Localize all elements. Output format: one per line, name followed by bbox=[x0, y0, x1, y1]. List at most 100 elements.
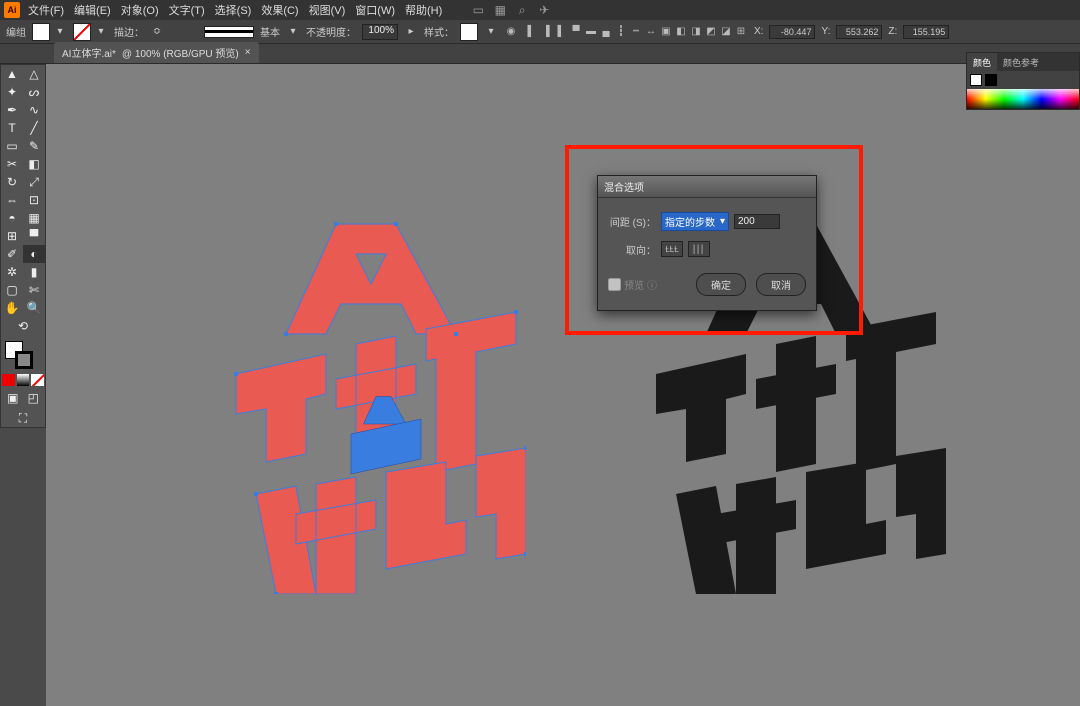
menu-type[interactable]: 文字(T) bbox=[167, 2, 207, 18]
stroke-weight-dropdown[interactable]: ≎ bbox=[150, 23, 164, 41]
transform-icon[interactable]: ⊞ bbox=[734, 25, 748, 39]
selection-mode-label: 编组 bbox=[6, 24, 26, 39]
orientation-align-path-icon[interactable]: ⎢⎢⎢ bbox=[688, 241, 710, 257]
layout-icon[interactable]: ▭ bbox=[470, 2, 486, 18]
align-artboard-icon[interactable]: ▣ bbox=[659, 25, 673, 39]
ok-button[interactable]: 确定 bbox=[696, 273, 746, 296]
shape-builder-tool-icon[interactable]: ◓ bbox=[1, 209, 23, 227]
color-panel-tab-guide[interactable]: 颜色参考 bbox=[997, 53, 1045, 71]
align-bottom-icon[interactable]: ▄ bbox=[599, 25, 613, 39]
align-left-icon[interactable]: ▌ bbox=[524, 25, 538, 39]
align-vcenter-icon[interactable]: ▬ bbox=[584, 25, 598, 39]
color-fill-swatch[interactable] bbox=[970, 74, 982, 86]
color-spectrum[interactable] bbox=[967, 89, 1079, 109]
brush-definition[interactable] bbox=[204, 26, 254, 38]
send-icon[interactable]: ✈ bbox=[536, 2, 552, 18]
menu-window[interactable]: 窗口(W) bbox=[353, 2, 397, 18]
brush-dropdown-icon[interactable]: ▾ bbox=[286, 23, 300, 41]
canvas[interactable] bbox=[46, 64, 1080, 706]
spacing-dropdown[interactable]: 指定的步数 ▾ bbox=[661, 212, 729, 231]
shape-mode-1-icon[interactable]: ◧ bbox=[674, 25, 688, 39]
color-stroke-swatch[interactable] bbox=[985, 74, 997, 86]
gradient-mode-icon[interactable] bbox=[17, 374, 30, 386]
distribute-h-icon[interactable]: ┇ bbox=[614, 25, 628, 39]
rotate-tool-icon[interactable]: ↻ bbox=[1, 173, 23, 191]
stroke-dropdown-icon[interactable]: ▾ bbox=[94, 23, 108, 41]
artboard-tool-icon[interactable]: ▢ bbox=[1, 281, 23, 299]
scale-tool-icon[interactable]: ⤢ bbox=[23, 173, 45, 191]
line-tool-icon[interactable]: ╱ bbox=[23, 119, 45, 137]
eyedropper-tool-icon[interactable]: ✐ bbox=[1, 245, 23, 263]
y-value-input[interactable]: 553.262 bbox=[836, 25, 882, 39]
curvature-tool-icon[interactable]: ∿ bbox=[23, 101, 45, 119]
menu-effect[interactable]: 效果(C) bbox=[259, 2, 300, 18]
toggle-fill-stroke-icon[interactable]: ⟲ bbox=[1, 317, 45, 335]
preview-checkbox-input[interactable] bbox=[608, 278, 621, 291]
menu-object[interactable]: 对象(O) bbox=[119, 2, 161, 18]
stroke-indicator[interactable] bbox=[15, 351, 33, 369]
pen-tool-icon[interactable]: ✒ bbox=[1, 101, 23, 119]
orientation-align-page-icon[interactable]: ȽȽȽ bbox=[661, 241, 683, 257]
symbol-sprayer-icon[interactable]: ✲ bbox=[1, 263, 23, 281]
document-tab[interactable]: AI立体字.ai* @ 100% (RGB/GPU 预览) × bbox=[54, 42, 259, 63]
shape-mode-4-icon[interactable]: ◪ bbox=[719, 25, 733, 39]
perspective-tool-icon[interactable]: ▦ bbox=[23, 209, 45, 227]
recolor-icon[interactable]: ◉ bbox=[504, 25, 518, 39]
fill-swatch[interactable] bbox=[32, 23, 50, 41]
selection-tool-icon[interactable]: ▲ bbox=[1, 65, 23, 83]
menu-help[interactable]: 帮助(H) bbox=[403, 2, 444, 18]
preview-checkbox[interactable]: 预览 ⓘ bbox=[608, 277, 657, 292]
blend-tool-icon[interactable]: ◐ bbox=[23, 245, 45, 263]
paintbrush-tool-icon[interactable]: ✎ bbox=[23, 137, 45, 155]
opacity-input[interactable]: 100% bbox=[362, 24, 398, 40]
menu-file[interactable]: 文件(F) bbox=[26, 2, 66, 18]
eraser-tool-icon[interactable]: ◧ bbox=[23, 155, 45, 173]
shape-mode-2-icon[interactable]: ◨ bbox=[689, 25, 703, 39]
style-swatch[interactable] bbox=[460, 23, 478, 41]
fill-stroke-indicator[interactable] bbox=[1, 339, 45, 373]
cancel-button[interactable]: 取消 bbox=[756, 273, 806, 296]
column-graph-icon[interactable]: ▮ bbox=[23, 263, 45, 281]
slice-tool-icon[interactable]: ✄ bbox=[23, 281, 45, 299]
stroke-swatch[interactable] bbox=[73, 23, 91, 41]
distribute-v-icon[interactable]: ┅ bbox=[629, 25, 643, 39]
zoom-tool-icon[interactable]: 🔍 bbox=[23, 299, 45, 317]
z-value-input[interactable]: 155.195 bbox=[903, 25, 949, 39]
distribute-space-icon[interactable]: ↔ bbox=[644, 25, 658, 39]
align-top-icon[interactable]: ▀ bbox=[569, 25, 583, 39]
mesh-tool-icon[interactable]: ⊞ bbox=[1, 227, 23, 245]
solid-color-mode-icon[interactable] bbox=[2, 374, 15, 386]
screen-mode-icon[interactable]: ⛶ bbox=[1, 409, 45, 427]
width-tool-icon[interactable]: ⇔ bbox=[1, 191, 23, 209]
align-hcenter-icon[interactable]: ▐ bbox=[539, 25, 553, 39]
spacing-steps-input[interactable] bbox=[734, 214, 780, 229]
shaper-tool-icon[interactable]: ✂ bbox=[1, 155, 23, 173]
arrange-icon[interactable]: ▦ bbox=[492, 2, 508, 18]
document-tab-close-icon[interactable]: × bbox=[245, 47, 251, 58]
artwork-selected[interactable] bbox=[216, 214, 526, 594]
none-mode-icon[interactable] bbox=[31, 374, 44, 386]
align-right-icon[interactable]: ▌ bbox=[554, 25, 568, 39]
hand-tool-icon[interactable]: ✋ bbox=[1, 299, 23, 317]
lasso-tool-icon[interactable]: ᔕ bbox=[23, 83, 45, 101]
draw-normal-icon[interactable]: ▣ bbox=[3, 389, 23, 407]
menu-view[interactable]: 视图(V) bbox=[307, 2, 348, 18]
menu-select[interactable]: 选择(S) bbox=[213, 2, 254, 18]
draw-behind-icon[interactable]: ◰ bbox=[24, 389, 44, 407]
search-icon[interactable]: ⌕ bbox=[514, 2, 530, 18]
style-dropdown-icon[interactable]: ▾ bbox=[484, 23, 498, 41]
gradient-tool-icon[interactable]: ▀ bbox=[23, 227, 45, 245]
spacing-dropdown-value: 指定的步数 bbox=[665, 214, 715, 229]
rectangle-tool-icon[interactable]: ▭ bbox=[1, 137, 23, 155]
free-transform-tool-icon[interactable]: ⊡ bbox=[23, 191, 45, 209]
x-value-input[interactable]: -80.447 bbox=[769, 25, 815, 39]
color-panel-tab-color[interactable]: 颜色 bbox=[967, 53, 997, 71]
menu-edit[interactable]: 编辑(E) bbox=[72, 2, 113, 18]
shape-mode-3-icon[interactable]: ◩ bbox=[704, 25, 718, 39]
type-tool-icon[interactable]: T bbox=[1, 119, 23, 137]
direct-selection-tool-icon[interactable]: △ bbox=[23, 65, 45, 83]
opacity-dropdown-icon[interactable]: ▸ bbox=[404, 23, 418, 41]
spacing-label: 间距 (S)： bbox=[608, 214, 656, 229]
magic-wand-tool-icon[interactable]: ✦ bbox=[1, 83, 23, 101]
fill-dropdown-icon[interactable]: ▾ bbox=[53, 23, 67, 41]
